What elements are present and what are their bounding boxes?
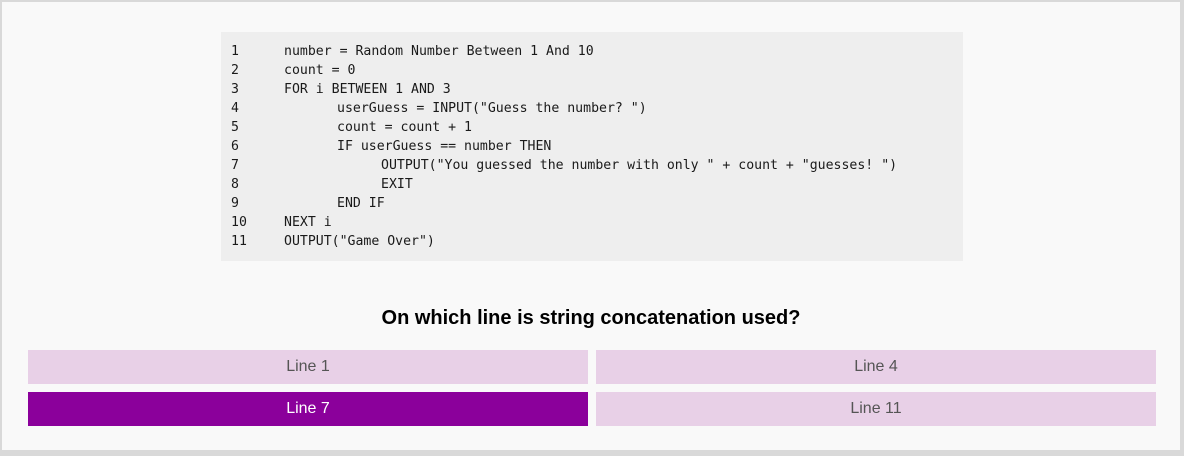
line-number: 5 bbox=[231, 120, 239, 135]
code-line: 9 END IF bbox=[221, 194, 963, 213]
code-line: 2 count = 0 bbox=[221, 61, 963, 80]
code-line: 4 userGuess = INPUT("Guess the number? "… bbox=[221, 99, 963, 118]
answer-button-line-11[interactable]: Line 11 bbox=[596, 392, 1156, 426]
line-number: 1 bbox=[231, 44, 239, 59]
line-number: 8 bbox=[231, 177, 239, 192]
line-number: 6 bbox=[231, 139, 239, 154]
line-code: EXIT bbox=[381, 177, 413, 192]
code-line: 10 NEXT i bbox=[221, 213, 963, 232]
line-number: 4 bbox=[231, 101, 239, 116]
code-line: 5 count = count + 1 bbox=[221, 118, 963, 137]
code-line: 11 OUTPUT("Game Over") bbox=[221, 232, 963, 251]
line-code: count = 0 bbox=[284, 63, 356, 78]
line-code: OUTPUT("Game Over") bbox=[284, 234, 435, 249]
line-code: count = count + 1 bbox=[337, 120, 472, 135]
quiz-panel: 1 number = Random Number Between 1 And 1… bbox=[2, 2, 1180, 450]
question-text: On which line is string concatenation us… bbox=[381, 307, 801, 329]
line-code: userGuess = INPUT("Guess the number? ") bbox=[337, 101, 647, 116]
line-code: OUTPUT("You guessed the number with only… bbox=[381, 158, 898, 173]
code-line: 1 number = Random Number Between 1 And 1… bbox=[221, 42, 963, 61]
line-code: END IF bbox=[337, 196, 385, 211]
line-code: number = Random Number Between 1 And 10 bbox=[284, 44, 594, 59]
line-code: NEXT i bbox=[284, 215, 332, 230]
code-block: 1 number = Random Number Between 1 And 1… bbox=[221, 32, 963, 261]
code-line: 6 IF userGuess == number THEN bbox=[221, 137, 963, 156]
code-line: 7 OUTPUT("You guessed the number with on… bbox=[221, 156, 963, 175]
line-number: 10 bbox=[231, 215, 247, 230]
line-code: FOR i BETWEEN 1 AND 3 bbox=[284, 82, 451, 97]
answer-button-line-1[interactable]: Line 1 bbox=[28, 350, 588, 384]
line-number: 11 bbox=[231, 234, 247, 249]
answer-button-line-4[interactable]: Line 4 bbox=[596, 350, 1156, 384]
line-number: 7 bbox=[231, 158, 239, 173]
line-number: 3 bbox=[231, 82, 239, 97]
line-number: 9 bbox=[231, 196, 239, 211]
line-number: 2 bbox=[231, 63, 239, 78]
code-line: 3 FOR i BETWEEN 1 AND 3 bbox=[221, 80, 963, 99]
code-line: 8 EXIT bbox=[221, 175, 963, 194]
line-code: IF userGuess == number THEN bbox=[337, 139, 552, 154]
answer-button-line-7[interactable]: Line 7 bbox=[28, 392, 588, 426]
